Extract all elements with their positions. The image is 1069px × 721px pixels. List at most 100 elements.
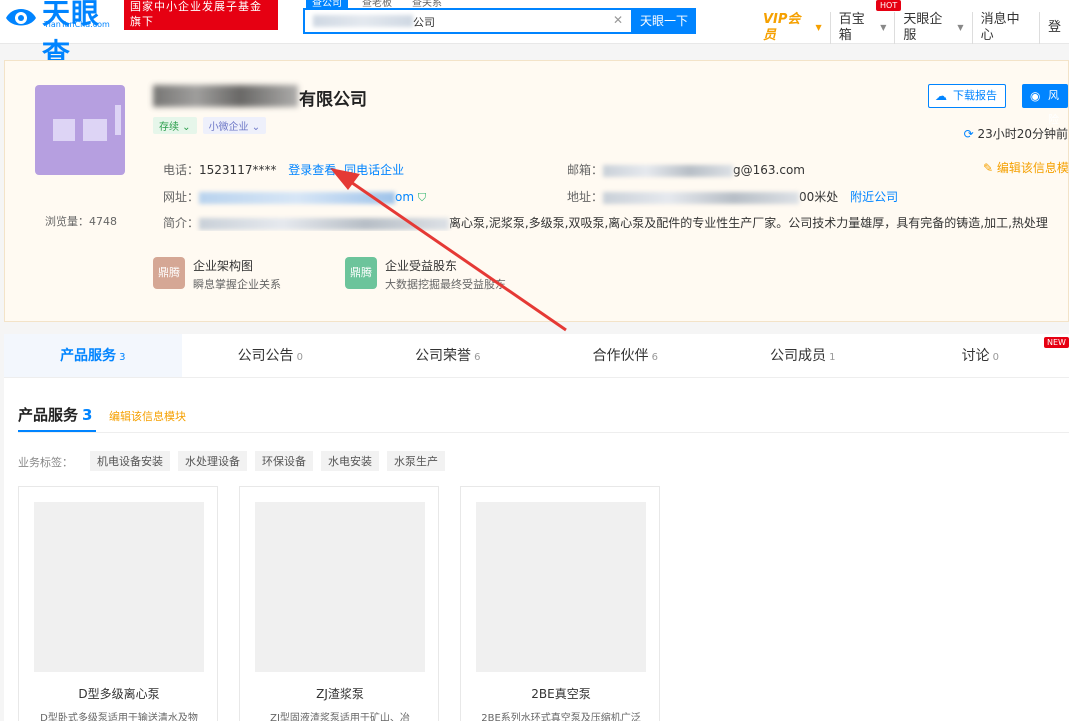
tab-label: 产品服务 xyxy=(60,348,117,364)
tab-members[interactable]: 公司成员 1 xyxy=(714,334,892,377)
tab-label: 公司公告 xyxy=(237,348,294,364)
intro-label: 简介： xyxy=(163,216,200,230)
edit-module-link[interactable]: 编辑该信息模块 xyxy=(109,408,186,424)
update-time-label: 23小时20分钟前 xyxy=(977,127,1068,141)
nav-messages-label: 消息中心 xyxy=(980,12,1020,43)
download-report-button[interactable]: ☁ 下载报告 xyxy=(928,84,1006,108)
clear-icon[interactable]: ✕ xyxy=(613,13,623,27)
nav-enterprise[interactable]: 天眼企服 ▼ xyxy=(895,12,973,44)
org-chart-icon: 鼎腾 xyxy=(153,257,185,289)
products-section: 产品服务 3 编辑该信息模块 业务标签： 机电设备安装 水处理设备 环保设备 水电… xyxy=(4,378,1069,721)
feature-subtitle: 大数据挖掘最终受益股东 xyxy=(385,278,506,291)
view-count: 浏览量：4748 xyxy=(45,215,117,228)
tab-count: 6 xyxy=(651,352,658,363)
phone-value: 1523117**** xyxy=(199,163,277,177)
section-title-label: 产品服务 xyxy=(18,406,79,424)
feature-title: 企业受益股东 xyxy=(385,259,458,273)
website-value[interactable]: om xyxy=(395,190,414,204)
logo-url: TianYanCha.com xyxy=(44,20,110,29)
section-count: 3 xyxy=(82,406,93,424)
status-badge[interactable]: 存续 ⌄ xyxy=(153,117,197,134)
feature-org-chart[interactable]: 鼎腾 企业架构图 瞬息掌握企业关系 xyxy=(153,257,281,292)
nav-vip[interactable]: VIP会员 ▼ xyxy=(755,12,831,44)
email-label: 邮箱： xyxy=(567,163,604,177)
business-tag[interactable]: 水处理设备 xyxy=(178,451,247,471)
email-value: g@163.com xyxy=(733,163,805,177)
nav-messages[interactable]: 消息中心 xyxy=(973,12,1040,44)
logo-eye-icon xyxy=(6,9,36,26)
address-label: 地址： xyxy=(567,190,604,204)
tab-count: 0 xyxy=(296,352,303,363)
email-row: 邮箱： g@163.com xyxy=(567,161,805,178)
product-image xyxy=(34,502,204,672)
location-pin-icon: ◉ xyxy=(1030,89,1041,103)
business-tag[interactable]: 水泵生产 xyxy=(387,451,445,471)
section-divider xyxy=(18,432,1069,433)
risk-button[interactable]: ◉ 风险 xyxy=(1022,84,1068,126)
top-nav: VIP会员 ▼ 百宝箱 ▼ 天眼企服 ▼ 消息中心 登 xyxy=(755,12,1069,44)
update-time[interactable]: ⟳ 23小时20分钟前 xyxy=(964,125,1068,142)
tab-label: 合作伙伴 xyxy=(592,348,649,364)
feature-title: 企业架构图 xyxy=(193,259,254,273)
tab-honors[interactable]: 公司荣誉 6 xyxy=(359,334,537,377)
tab-label: 讨论 xyxy=(961,348,990,364)
nearby-companies-link[interactable]: 附近公司 xyxy=(850,190,898,204)
business-tag[interactable]: 机电设备安装 xyxy=(90,451,170,471)
tab-count: 0 xyxy=(992,352,999,363)
site-logo[interactable]: 天眼查 TianYanCha.com xyxy=(4,0,120,70)
intro-text: 离心泵,泥浆泵,多级泵,双吸泵,离心泵及配件的专业性生产厂家。公司技术力量雄厚，… xyxy=(449,216,1048,230)
business-tag[interactable]: 环保设备 xyxy=(255,451,313,471)
tab-discussion[interactable]: 讨论 0 xyxy=(892,334,1069,377)
search-value: 公司 xyxy=(413,16,435,29)
product-desc: ZJ型固液渣浆泵适用于矿山、冶 xyxy=(270,713,410,721)
company-name: 有限公司 xyxy=(299,90,367,110)
nav-vip-label: VIP会员 xyxy=(763,12,801,43)
nav-treasure[interactable]: 百宝箱 ▼ xyxy=(831,12,896,44)
verified-shield-icon: ⛉ xyxy=(417,191,427,204)
nav-login[interactable]: 登 xyxy=(1040,20,1069,36)
chevron-down-icon: ▼ xyxy=(880,23,887,32)
product-card[interactable]: D型多级离心泵 D型卧式多级泵适用于输送清水及物 xyxy=(18,486,218,721)
edit-info-link[interactable]: ✎ 编辑该信息模 xyxy=(983,159,1069,176)
product-image xyxy=(255,502,425,672)
phone-label: 电话： xyxy=(163,163,200,177)
feature-beneficiary[interactable]: 鼎腾 企业受益股东 大数据挖掘最终受益股东 xyxy=(345,257,506,292)
company-card: 浏览量：4748 有限公司 存续 ⌄ 小微企业 ⌄ 电话：1523117****… xyxy=(4,60,1069,322)
gov-badge: 国家中小企业发展子基金旗下 官方备案企业征信机构 xyxy=(124,0,278,43)
product-card[interactable]: 2BE真空泵 2BE系列水环式真空泵及压缩机广泛 xyxy=(460,486,660,721)
tab-announcements[interactable]: 公司公告 0 xyxy=(182,334,360,377)
chevron-down-icon: ▼ xyxy=(815,23,822,32)
new-badge: NEW xyxy=(1044,337,1069,348)
gov-badge-line1: 国家中小企业发展子基金旗下 xyxy=(130,0,262,28)
tab-partners[interactable]: 合作伙伴 6 xyxy=(537,334,715,377)
login-view-link[interactable]: 登录查看 xyxy=(288,163,336,177)
address-redacted xyxy=(603,191,800,204)
product-desc: D型卧式多级泵适用于输送清水及物 xyxy=(40,713,198,721)
product-desc: 2BE系列水环式真空泵及压缩机广泛 xyxy=(481,713,641,721)
intro-row: 简介： 离心泵,泥浆泵,多级泵,双吸泵,离心泵及配件的专业性生产厂家。公司技术力量… xyxy=(163,214,1069,231)
section-title: 产品服务 3 xyxy=(18,404,92,425)
business-tag[interactable]: 水电安装 xyxy=(321,451,379,471)
website-redacted xyxy=(199,191,396,204)
cloud-download-icon: ☁ xyxy=(935,89,947,103)
tab-label: 公司荣誉 xyxy=(415,348,472,364)
tab-count: 6 xyxy=(474,352,481,363)
company-tabs: 产品服务 3 公司公告 0 公司荣誉 6 合作伙伴 6 公司成员 1 讨论 0 xyxy=(4,334,1069,378)
tab-count: 3 xyxy=(119,352,126,363)
top-header: 天眼查 TianYanCha.com 国家中小企业发展子基金旗下 官方备案企业征… xyxy=(0,0,1069,70)
email-redacted xyxy=(603,164,734,177)
nav-treasure-label: 百宝箱 xyxy=(838,12,865,43)
address-value: 00米处 xyxy=(799,190,839,204)
refresh-icon: ⟳ xyxy=(963,127,974,141)
product-name: D型多级离心泵 xyxy=(78,687,160,701)
tab-label: 公司成员 xyxy=(770,348,827,364)
risk-label: 风险 xyxy=(1048,89,1059,126)
search-button[interactable]: 天眼一下 xyxy=(632,8,696,34)
website-row: 网址： om ⛉ xyxy=(163,188,426,205)
product-card[interactable]: ZJ渣浆泵 ZJ型固液渣浆泵适用于矿山、冶 xyxy=(239,486,439,721)
tab-products[interactable]: 产品服务 3 xyxy=(4,334,182,377)
size-badge[interactable]: 小微企业 ⌄ xyxy=(202,117,267,134)
business-tags: 机电设备安装 水处理设备 环保设备 水电安装 水泵生产 xyxy=(90,451,445,471)
search-input[interactable]: 公司 ✕ xyxy=(303,8,633,34)
same-phone-link[interactable]: 同电话企业 xyxy=(344,163,404,177)
